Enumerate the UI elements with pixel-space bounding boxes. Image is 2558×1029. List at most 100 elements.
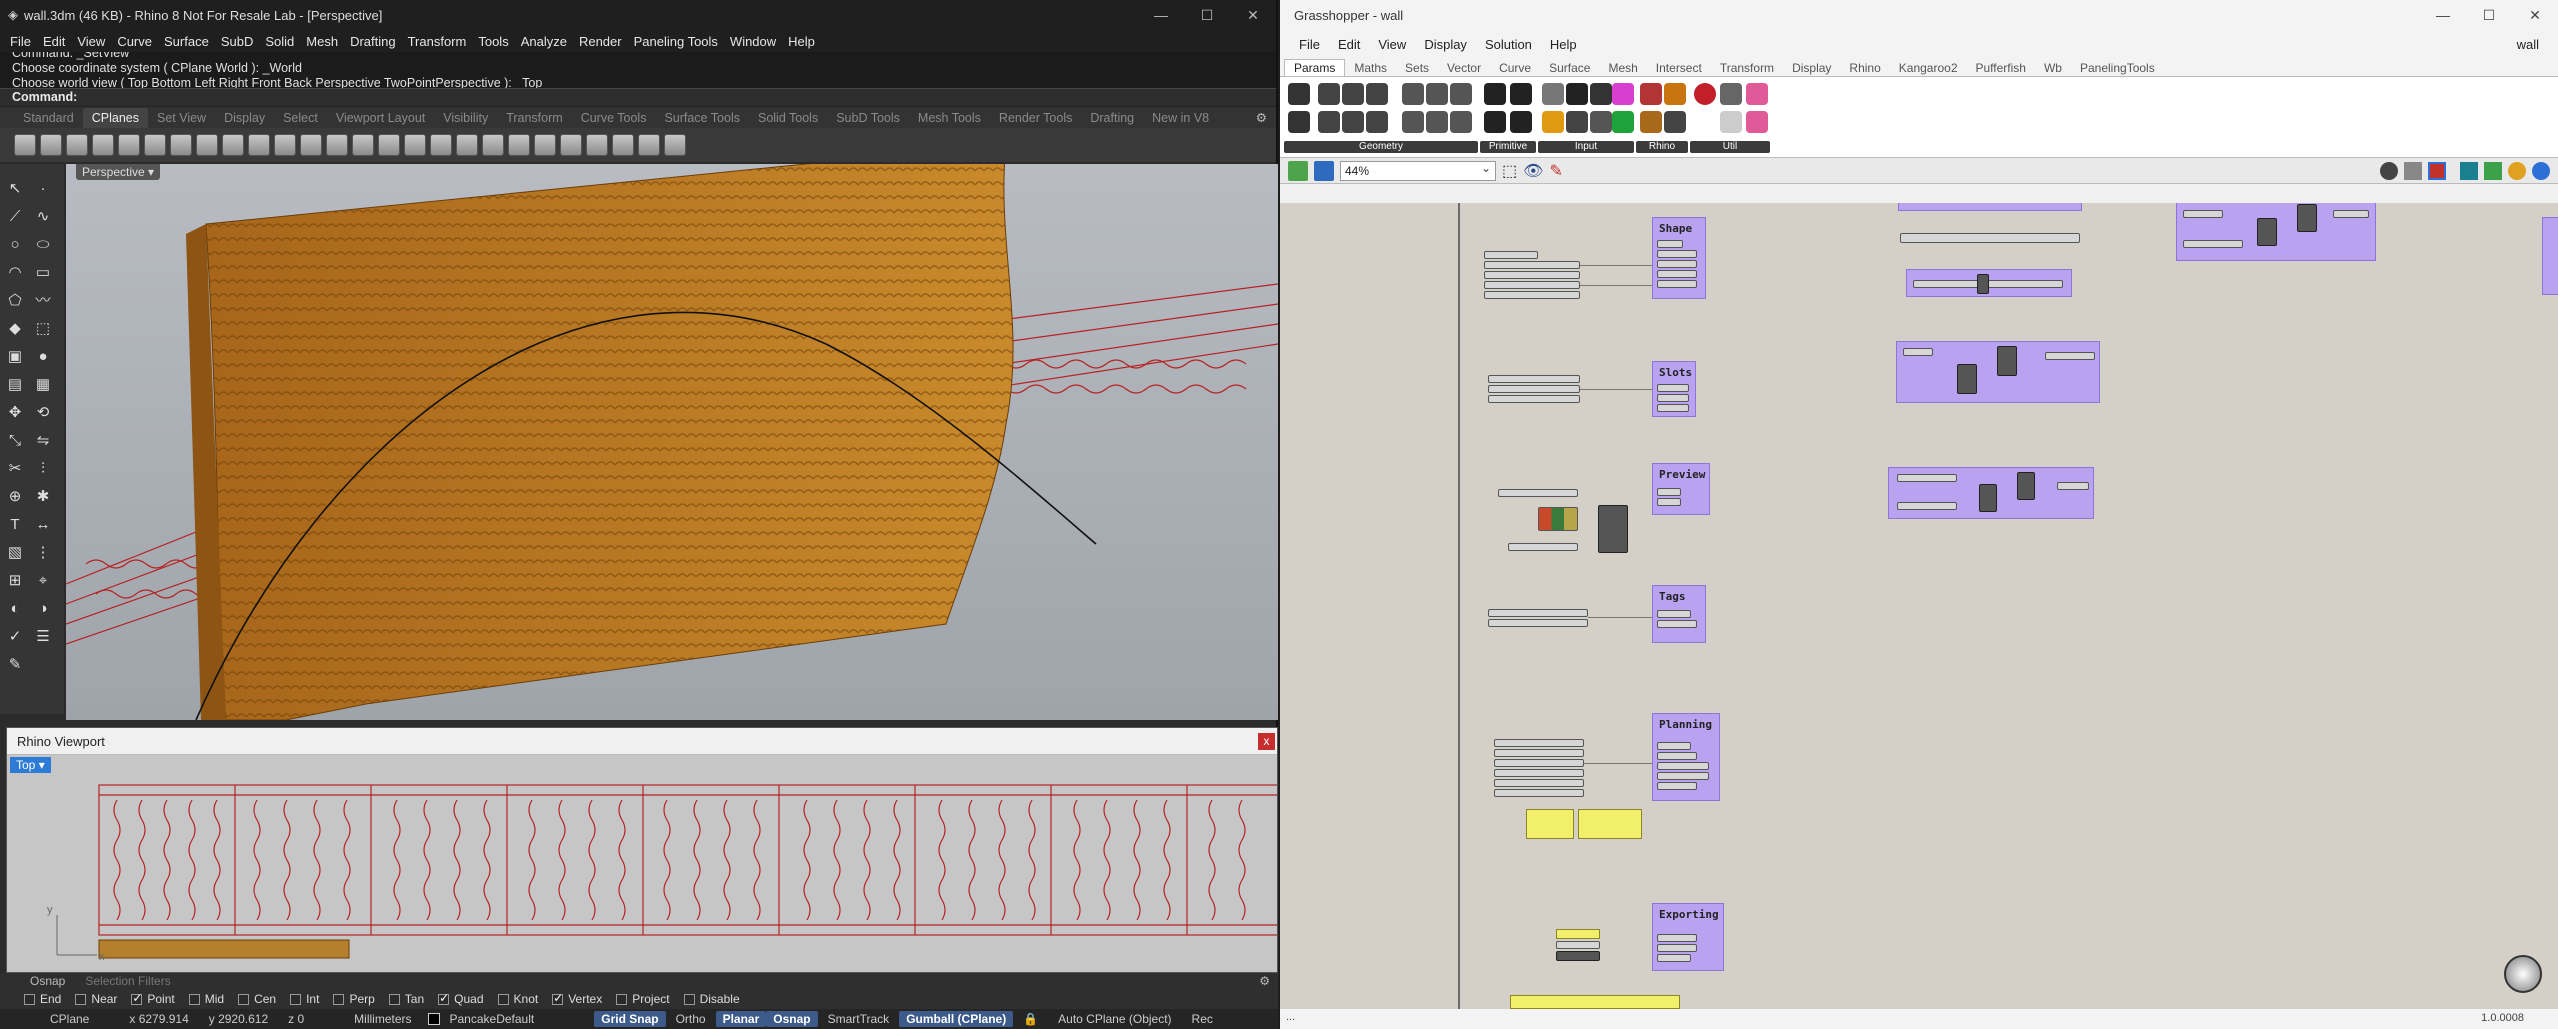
osnap-perp[interactable]: Perp: [333, 992, 375, 1006]
ellipse-icon[interactable]: ⬭: [32, 234, 54, 256]
tab-solid-tools[interactable]: Solid Tools: [749, 108, 827, 128]
gh-tab-sets[interactable]: Sets: [1396, 60, 1438, 76]
document-name[interactable]: wall: [2508, 37, 2548, 52]
cplane-tool-icon[interactable]: [586, 134, 608, 156]
menu-transform[interactable]: Transform: [402, 34, 473, 49]
component[interactable]: [2045, 352, 2095, 360]
component[interactable]: [2297, 204, 2317, 232]
cplane-tool-icon[interactable]: [638, 134, 660, 156]
gh-tab-display[interactable]: Display: [1783, 60, 1840, 76]
primitive-param-icon[interactable]: [1484, 111, 1506, 133]
osnap-int[interactable]: Int: [290, 992, 319, 1006]
display-mode-icon[interactable]: [2484, 161, 2502, 180]
preview-mode-icon[interactable]: [2380, 161, 2398, 180]
tab-viewport-layout[interactable]: Viewport Layout: [327, 108, 434, 128]
cplane-tool-icon[interactable]: [664, 134, 686, 156]
viewport-label[interactable]: Perspective ▾: [76, 164, 161, 180]
gh-tab-curve[interactable]: Curve: [1490, 60, 1540, 76]
tab-set-view[interactable]: Set View: [148, 108, 215, 128]
geometry-param-icon[interactable]: [1342, 111, 1364, 133]
group-slots[interactable]: Slots: [1652, 361, 1696, 417]
menu-edit[interactable]: Edit: [37, 34, 71, 49]
param-component[interactable]: [1657, 488, 1681, 496]
flask-icon[interactable]: [1746, 111, 1768, 133]
tab-cplanes[interactable]: CPlanes: [82, 108, 148, 128]
grid-icon[interactable]: ⊞: [4, 570, 26, 592]
input-param-icon[interactable]: [1566, 111, 1588, 133]
osnap-knot[interactable]: Knot: [497, 992, 538, 1006]
osnap-toggle[interactable]: Osnap: [766, 1011, 818, 1027]
close-button[interactable]: ✕: [1230, 7, 1276, 24]
properties-icon[interactable]: ☰: [32, 626, 54, 648]
geometry-param-icon[interactable]: [1318, 83, 1340, 105]
split-icon[interactable]: ⫶: [32, 458, 54, 480]
component[interactable]: [2183, 210, 2223, 218]
gh-tab-mesh[interactable]: Mesh: [1599, 60, 1646, 76]
gh-tab-intersect[interactable]: Intersect: [1647, 60, 1711, 76]
select-arrow-icon[interactable]: ↖: [4, 178, 26, 200]
mirror-icon[interactable]: ⇋: [32, 430, 54, 452]
navigation-compass-icon[interactable]: [2504, 955, 2542, 993]
group-exporting[interactable]: Exporting: [1652, 903, 1724, 971]
cplane-tool-icon[interactable]: [196, 134, 218, 156]
cplane-tool-icon[interactable]: [40, 134, 62, 156]
slider-component[interactable]: [1494, 759, 1584, 767]
primitive-param-icon[interactable]: [1510, 83, 1532, 105]
box-icon[interactable]: ▣: [4, 346, 26, 368]
layer-icon[interactable]: ▧: [4, 542, 26, 564]
param-component[interactable]: [1657, 752, 1697, 760]
input-param-icon[interactable]: [1542, 83, 1564, 105]
group-preview[interactable]: Preview: [1652, 463, 1710, 515]
material-icon[interactable]: ◑: [32, 598, 54, 620]
component[interactable]: [1979, 484, 1997, 512]
cplane-tool-icon[interactable]: [170, 134, 192, 156]
save-icon[interactable]: [1314, 160, 1334, 181]
component[interactable]: [1957, 364, 1977, 394]
cplane-tool-icon[interactable]: [612, 134, 634, 156]
geometry-param-icon[interactable]: [1426, 83, 1448, 105]
cplane-tool-icon[interactable]: [378, 134, 400, 156]
param-component[interactable]: [1657, 260, 1697, 268]
panel-settings-gear-icon[interactable]: ⚙: [1259, 974, 1270, 988]
cplane-tool-icon[interactable]: [404, 134, 426, 156]
record-history-toggle[interactable]: Rec: [1182, 1012, 1223, 1026]
slider-component[interactable]: [1494, 789, 1584, 797]
preview-mode-icon[interactable]: [2428, 161, 2446, 180]
input-param-icon[interactable]: [1542, 111, 1564, 133]
primitive-param-icon[interactable]: [1484, 83, 1506, 105]
geometry-param-icon[interactable]: [1402, 83, 1424, 105]
param-component[interactable]: [1657, 762, 1709, 770]
slider-component[interactable]: [1488, 619, 1588, 627]
osnap-end[interactable]: End: [24, 992, 61, 1006]
dimension-icon[interactable]: ↔: [32, 514, 54, 536]
cherry-icon[interactable]: [1694, 83, 1716, 105]
geometry-param-icon[interactable]: [1426, 111, 1448, 133]
display-mode-icon[interactable]: [2460, 161, 2478, 180]
input-param-icon[interactable]: [1612, 83, 1634, 105]
render-icon[interactable]: ◐: [4, 598, 26, 620]
param-component[interactable]: [1657, 250, 1697, 258]
top-view-label[interactable]: Top ▾: [10, 757, 51, 773]
logic-group[interactable]: [1888, 467, 2094, 519]
slider-component[interactable]: [1494, 769, 1584, 777]
arc-icon[interactable]: ◠: [4, 262, 26, 284]
ribbon-group-label[interactable]: Util: [1690, 141, 1770, 153]
circle-icon[interactable]: ○: [4, 234, 26, 256]
gh-tab-maths[interactable]: Maths: [1345, 60, 1396, 76]
component[interactable]: [1897, 502, 1957, 510]
perspective-viewport[interactable]: Perspective ▾: [66, 164, 1278, 720]
tab-surface-tools[interactable]: Surface Tools: [655, 108, 749, 128]
cplane-tool-icon[interactable]: [248, 134, 270, 156]
menu-paneling-tools[interactable]: Paneling Tools: [628, 34, 724, 49]
gh-tab-kangaroo2[interactable]: Kangaroo2: [1890, 60, 1967, 76]
top-viewport[interactable]: Top ▾ y x: [7, 755, 1277, 972]
osnap-quad[interactable]: Quad: [438, 991, 484, 1006]
panel-note[interactable]: [1510, 995, 1680, 1009]
status-cplane[interactable]: CPlane: [40, 1012, 99, 1026]
cplane-tool-icon[interactable]: [222, 134, 244, 156]
slider-component[interactable]: [1484, 261, 1580, 269]
custom-preview-component[interactable]: [1598, 505, 1628, 553]
param-component[interactable]: [1657, 742, 1691, 750]
slider-component[interactable]: [1494, 749, 1584, 757]
layer-color-swatch[interactable]: [427, 1013, 440, 1025]
